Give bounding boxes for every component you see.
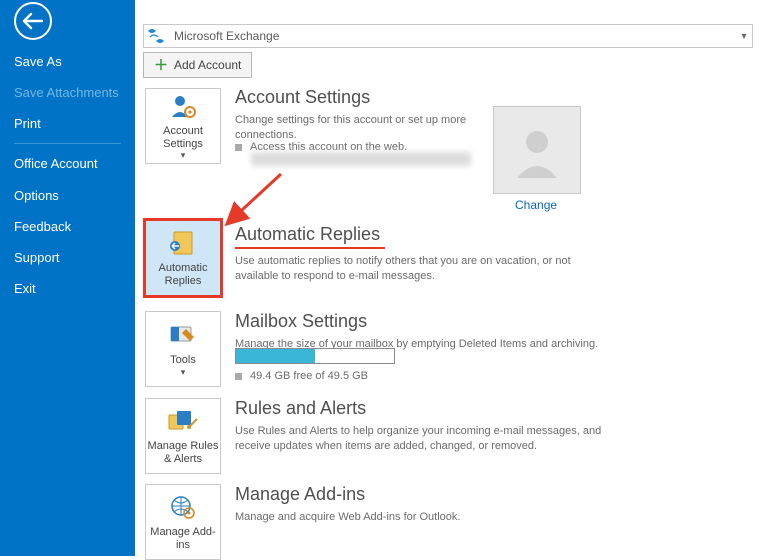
side-save-attachments: Save Attachments (0, 77, 135, 108)
backstage-sidebar: Save As Save Attachments Print Office Ac… (0, 0, 135, 556)
automatic-replies-icon (169, 228, 197, 258)
plus-icon: ＋ (154, 55, 168, 75)
chevron-down-icon: ▾ (736, 31, 752, 42)
account-selector-label: Microsoft Exchange (168, 29, 736, 43)
rules-alerts-title: Rules and Alerts (235, 398, 366, 419)
bullet-icon (235, 144, 242, 151)
account-settings-desc: Change settings for this account or set … (235, 113, 475, 144)
avatar-placeholder-icon (509, 122, 565, 178)
automatic-replies-tile[interactable]: Automatic Replies (143, 218, 223, 298)
change-avatar-link[interactable]: Change (515, 198, 557, 212)
account-settings-icon (168, 91, 198, 121)
tools-icon (168, 320, 198, 350)
redacted-url (249, 152, 471, 169)
mailbox-settings-title: Mailbox Settings (235, 311, 367, 332)
mailbox-capacity-bar (235, 348, 395, 364)
sidebar-separator (14, 143, 121, 144)
side-exit[interactable]: Exit (0, 273, 135, 304)
side-feedback[interactable]: Feedback (0, 211, 135, 242)
tools-tile-label: Tools (170, 354, 196, 367)
automatic-replies-tile-label: Automatic Replies (146, 262, 220, 287)
back-arrow-icon (22, 12, 44, 30)
mailbox-capacity-fill (236, 349, 315, 363)
chevron-down-icon: ▾ (181, 367, 186, 378)
profile-avatar[interactable] (493, 106, 581, 194)
annotation-arrow (221, 170, 291, 230)
account-settings-tile-label: Account Settings (146, 125, 220, 150)
bullet-icon (235, 373, 242, 380)
rules-alerts-desc: Use Rules and Alerts to help organize yo… (235, 424, 625, 455)
side-office-account[interactable]: Office Account (0, 148, 135, 180)
automatic-replies-title: Automatic Replies (235, 224, 380, 245)
add-account-button[interactable]: ＋ Add Account (143, 52, 252, 78)
back-button[interactable] (14, 2, 52, 40)
chevron-down-icon: ▾ (181, 150, 186, 161)
manage-addins-title: Manage Add-ins (235, 484, 365, 505)
account-info-pane: Microsoft Exchange ▾ ＋ Add Account Accou… (135, 0, 768, 556)
rules-alerts-icon (167, 406, 199, 436)
add-account-label: Add Account (174, 58, 241, 72)
addins-icon (169, 492, 197, 522)
side-options[interactable]: Options (0, 180, 135, 211)
mailbox-free-text: 49.4 GB free of 49.5 GB (235, 370, 395, 382)
account-selector[interactable]: Microsoft Exchange ▾ (143, 24, 753, 48)
tools-tile[interactable]: Tools ▾ (145, 311, 221, 387)
rules-alerts-tile[interactable]: Manage Rules & Alerts (145, 398, 221, 474)
manage-addins-tile-label: Manage Add-ins (146, 526, 220, 551)
side-support[interactable]: Support (0, 242, 135, 273)
annotation-underline (235, 247, 385, 249)
rules-alerts-tile-label: Manage Rules & Alerts (146, 440, 220, 465)
side-print[interactable]: Print (0, 108, 135, 139)
automatic-replies-desc: Use automatic replies to notify others t… (235, 254, 615, 285)
account-settings-title: Account Settings (235, 87, 370, 108)
side-save-as[interactable]: Save As (0, 46, 135, 77)
account-settings-tile[interactable]: Account Settings ▾ (145, 88, 221, 164)
exchange-icon (144, 25, 168, 47)
manage-addins-tile[interactable]: Manage Add-ins (145, 484, 221, 560)
manage-addins-desc: Manage and acquire Web Add-ins for Outlo… (235, 510, 460, 525)
